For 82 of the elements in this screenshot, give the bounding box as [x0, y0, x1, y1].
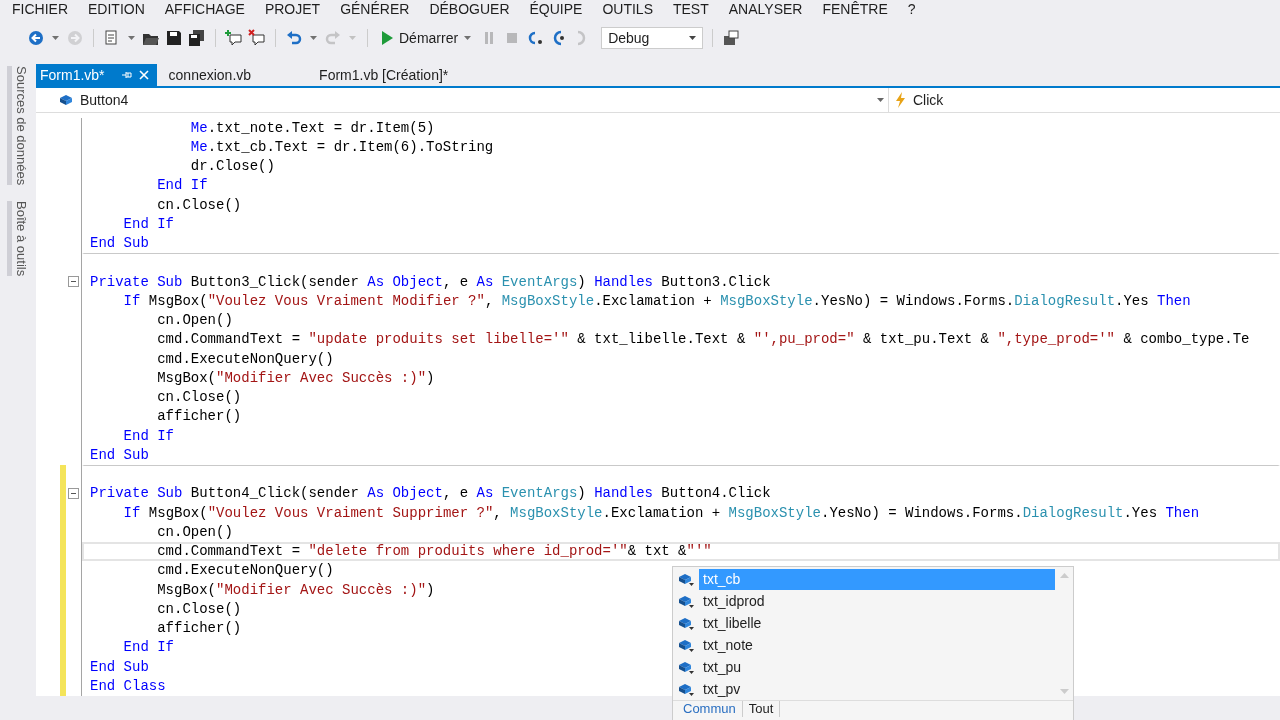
menu-item[interactable]: FENÊTRE [812, 0, 898, 18]
document-tab[interactable]: Form1.vb [Création]* [315, 64, 457, 86]
step-over-icon[interactable] [526, 29, 545, 47]
code-line: Private Sub Button3_Click(sender As Object, e As EventArgs) Handles Button3.Click [90, 273, 771, 290]
menu-item[interactable]: DÉBOGUER [419, 0, 520, 18]
field-icon [677, 659, 695, 675]
pin-icon[interactable] [120, 70, 133, 80]
document-tab[interactable]: connexion.vb [164, 64, 260, 86]
collapse-icon[interactable] [68, 487, 79, 499]
undo-icon[interactable] [285, 29, 303, 47]
menu-item[interactable]: AFFICHAGE [154, 0, 255, 18]
code-line: End If [122, 215, 174, 232]
side-panel-tab[interactable]: Boîte à outils [7, 201, 29, 277]
field-icon [677, 615, 695, 631]
code-line: End If [156, 177, 208, 194]
member-dropdown[interactable]: Click [889, 88, 944, 112]
code-line: cmd.ExecuteNonQuery() [156, 562, 334, 579]
code-line: MsgBox("Modifier Avec Succès :)") [156, 369, 435, 386]
code-line: End Class [90, 677, 166, 694]
close-icon[interactable] [138, 70, 149, 80]
save-all-icon[interactable] [188, 29, 206, 47]
filter-tab[interactable]: Commun [677, 701, 743, 717]
toolbox-icon[interactable] [722, 29, 741, 47]
menu-item[interactable]: TEST [663, 0, 719, 18]
code-line: MsgBox("Modifier Avec Succès :)") [156, 581, 435, 598]
code-line: cn.Open() [156, 523, 233, 540]
completion-item[interactable]: txt_pv [699, 678, 1055, 700]
code-line: afficher() [156, 620, 242, 637]
object-dropdown[interactable]: Button4 [36, 88, 889, 112]
completion-item[interactable]: txt_libelle [699, 612, 1055, 634]
code-line: End If [122, 427, 174, 444]
code-line: End If [122, 639, 174, 656]
caret-icon [464, 36, 472, 40]
document-tab[interactable]: Form1.vb* [36, 64, 157, 86]
completion-item[interactable]: txt_note [699, 634, 1055, 656]
play-icon [381, 31, 393, 45]
menu-item[interactable]: ÉQUIPE [519, 0, 593, 18]
filter-tab[interactable]: Tout [742, 701, 781, 717]
code-line: cn.Close() [156, 196, 242, 213]
code-line: End Sub [90, 658, 149, 675]
menu-item[interactable]: PROJET [254, 0, 331, 18]
lightning-icon [895, 92, 907, 108]
dropdown-caret-icon[interactable] [310, 36, 317, 40]
collapse-icon[interactable] [68, 276, 79, 288]
code-line: dr.Close() [189, 158, 275, 175]
save-icon[interactable] [165, 29, 183, 47]
code-line: cn.Close() [156, 389, 242, 406]
field-icon [677, 571, 695, 587]
code-line: Private Sub Button4_Click(sender As Object, e As EventArgs) Handles Button4.Click [90, 485, 771, 502]
code-line: cn.Close() [156, 600, 242, 617]
completion-item[interactable]: txt_pu [699, 656, 1055, 678]
code-line: If MsgBox("Voulez Vous Vraiment Supprimer ?", MsgBoxStyle.Exclamation + MsgBoxStyle.YesNo) = Windows.Forms.DialogResult.Yes Then [122, 504, 1200, 521]
caret-icon [689, 36, 697, 40]
code-line: afficher() [156, 408, 242, 425]
configuration-dropdown[interactable]: Debug [601, 27, 704, 49]
dropdown-caret-icon[interactable] [52, 36, 59, 40]
menu-item[interactable]: OUTILS [592, 0, 663, 18]
menu-item[interactable]: ANALYSER [718, 0, 813, 18]
control-icon [58, 92, 74, 108]
menu-item[interactable]: FICHIER [2, 0, 78, 18]
code-line: Me.txt_cb.Text = dr.Item(6).ToString [189, 138, 494, 155]
code-line: If MsgBox("Voulez Vous Vraiment Modifier ?", MsgBoxStyle.Exclamation + MsgBoxStyle.YesNo) = Windows.Forms.DialogResult.Yes Then [122, 292, 1191, 309]
field-icon [677, 593, 695, 609]
side-panel-tab[interactable]: Sources de données [7, 66, 29, 186]
caret-icon [877, 98, 884, 102]
code-line: Me.txt_note.Text = dr.Item(5) [189, 119, 435, 136]
completion-item[interactable]: txt_idprod [699, 590, 1055, 612]
dropdown-caret-icon[interactable] [128, 36, 135, 40]
menu-item[interactable]: GÉNÉRER [330, 0, 420, 18]
field-icon [677, 637, 695, 653]
comment-icon[interactable] [225, 29, 243, 47]
code-line: cmd.CommandText = "update produits set libelle='" & txt_libelle.Text & "',pu_prod=" & txt_pu.Text & ",type_prod='" & combo_type.Te [156, 331, 1250, 348]
start-button[interactable]: Démarrer [377, 30, 476, 46]
code-line: cn.Open() [156, 312, 233, 329]
menu-item[interactable]: EDITION [78, 0, 155, 18]
uncomment-icon[interactable] [248, 29, 266, 47]
code-line: cmd.CommandText = "delete from produits where id_prod='"& txt &"'" [156, 543, 712, 560]
code-line: End Sub [90, 446, 149, 463]
menu-item[interactable]: ? [897, 0, 926, 18]
code-line: End Sub [90, 235, 149, 252]
code-line: cmd.ExecuteNonQuery() [156, 350, 334, 367]
field-icon [677, 681, 695, 697]
